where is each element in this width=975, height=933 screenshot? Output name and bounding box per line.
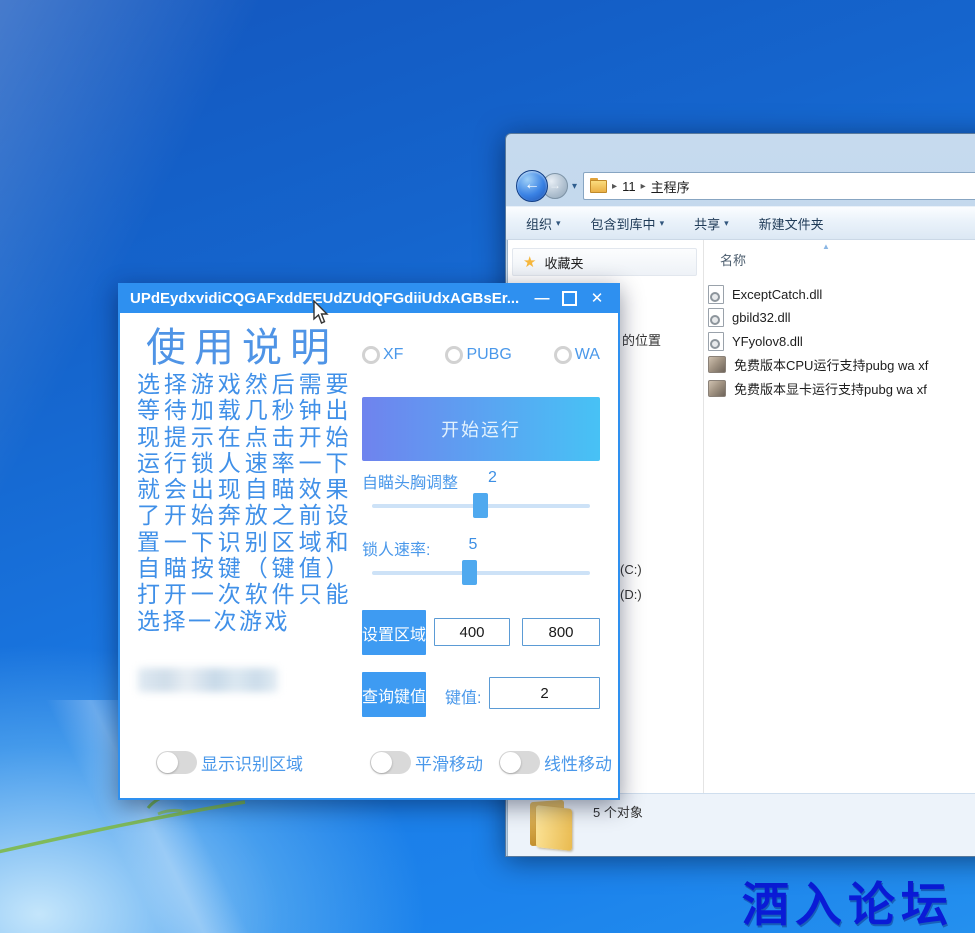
file-name: ExceptCatch.dll [732,287,822,302]
toolbar-organize-label: 组织 [526,214,552,233]
radio-xf-label: XF [383,346,403,364]
file-row[interactable]: 免费版本CPU运行支持pubg wa xf [708,353,928,375]
folder-icon [530,799,574,849]
toolbar-share[interactable]: 共享 ▾ [694,214,729,233]
desktop: 酒入论坛 ← → ▾ ▸ 11 ▸ 主程序 组织 ▾ 包含到库中 ▾ [0,0,975,933]
app-titlebar[interactable]: UPdEydxvidiCQGAFxddEEUdZUdQFGdiiUdxAGBsE… [118,283,620,313]
aim-adjust-label: 自瞄头胸调整 [362,469,458,493]
instructions-text: 选择游戏然后需要等待加载几秒钟出现提示在点击开始运行锁人速率一下就会出现自瞄效果… [137,371,351,634]
breadcrumb-item-main[interactable]: 主程序 [651,177,690,196]
aim-adjust-slider[interactable] [372,504,590,508]
sort-ascending-icon[interactable]: ▲ [822,242,830,251]
lock-speed-value: 5 [468,536,477,560]
linear-move-label: 线性移动 [544,750,612,775]
sidebar-item-drive-d[interactable]: (D:) [620,587,642,602]
explorer-navbar: ← → ▾ ▸ 11 ▸ 主程序 [506,166,975,206]
app-title: UPdEydxvidiCQGAFxddEEUdZUdQFGdiiUdxAGBsE… [130,290,529,307]
file-name: gbild32.dll [732,310,791,325]
close-button[interactable]: ✕ [584,289,610,307]
lock-speed-label: 锁人速率: [362,536,430,560]
start-run-button[interactable]: 开始运行 [362,397,600,461]
dll-file-icon [708,308,724,327]
dropdown-arrow-icon: ▾ [660,218,665,229]
radio-xf[interactable]: XF [362,346,403,364]
speed-slider-thumb[interactable] [462,560,477,585]
maximize-button[interactable] [562,291,577,306]
minimize-button[interactable]: — [529,290,555,307]
query-key-button[interactable]: 查询键值 [362,672,426,717]
linear-move-toggle-row: 线性移动 [499,750,612,775]
column-header-name[interactable]: 名称 [720,250,746,269]
radio-circle-icon[interactable] [554,346,572,364]
toolbar-organize[interactable]: 组织 ▾ [526,214,561,233]
favorites-label: 收藏夹 [544,253,583,272]
file-list: 名称 ▲ ExceptCatch.dll gbild32.dll YFyolov… [704,240,975,794]
toolbar-new-folder[interactable]: 新建文件夹 [759,214,824,233]
lock-speed-slider[interactable] [372,571,590,575]
toolbar-share-label: 共享 [694,214,720,233]
smooth-move-toggle[interactable] [370,751,411,774]
breadcrumb-arrow-icon: ▸ [641,181,646,192]
game-radio-group: XF PUBG WA [362,346,600,364]
file-name: YFyolov8.dll [732,334,803,349]
aim-adjust-value: 2 [488,469,497,493]
history-dropdown-icon[interactable]: ▾ [572,181,577,192]
show-region-label: 显示识别区域 [201,750,303,775]
file-row[interactable]: gbild32.dll [708,306,791,328]
key-value-input[interactable] [489,677,600,709]
forum-watermark: 酒入论坛 [742,866,954,933]
app-window: UPdEydxvidiCQGAFxddEEUdZUdQFGdiiUdxAGBsE… [118,283,620,800]
toolbar-include-in-library[interactable]: 包含到库中 ▾ [591,214,665,233]
usage-heading: 使用说明 [146,315,338,373]
explorer-toolbar: 组织 ▾ 包含到库中 ▾ 共享 ▾ 新建文件夹 [506,206,975,240]
smooth-move-toggle-row: 平滑移动 [370,750,483,775]
star-icon: ★ [523,253,536,271]
file-name: 免费版本CPU运行支持pubg wa xf [734,355,928,374]
radio-wa[interactable]: WA [554,346,600,364]
object-count: 5 个对象 [593,802,643,821]
dll-file-icon [708,285,724,304]
app-body: 使用说明 选择游戏然后需要等待加载几秒钟出现提示在点击开始运行锁人速率一下就会出… [118,313,620,800]
aim-slider-thumb[interactable] [473,493,488,518]
details-pane: 5 个对象 [508,793,975,856]
region-width-input[interactable] [434,618,510,646]
linear-move-toggle[interactable] [499,751,540,774]
aim-adjust-row: 自瞄头胸调整 2 [362,469,497,493]
sidebar-item-favorites[interactable]: ★ 收藏夹 [512,248,697,276]
address-bar[interactable]: ▸ 11 ▸ 主程序 [583,172,975,200]
application-file-icon [708,356,726,373]
radio-pubg[interactable]: PUBG [445,346,511,364]
radio-circle-icon[interactable] [362,346,380,364]
breadcrumb-item-11[interactable]: 11 [622,179,636,194]
radio-circle-icon[interactable] [445,346,463,364]
set-region-button[interactable]: 设置区域 [362,610,426,655]
application-file-icon [708,380,726,397]
show-region-toggle[interactable] [156,751,197,774]
breadcrumb-arrow-icon: ▸ [612,181,617,192]
lock-speed-row: 锁人速率: 5 [362,536,477,560]
radio-wa-label: WA [575,346,600,364]
sidebar-item-partial[interactable]: 的位置 [622,330,661,349]
explorer-titlebar[interactable] [506,134,975,166]
file-row[interactable]: 免费版本显卡运行支持pubg wa xf [708,377,927,399]
file-row[interactable]: YFyolov8.dll [708,330,803,352]
toolbar-new-folder-label: 新建文件夹 [759,214,824,233]
folder-icon [590,180,607,193]
smooth-move-label: 平滑移动 [415,750,483,775]
toolbar-include-label: 包含到库中 [591,214,656,233]
region-height-input[interactable] [522,618,600,646]
dll-file-icon [708,332,724,351]
dropdown-arrow-icon: ▾ [556,218,561,229]
back-button[interactable]: ← [516,170,548,202]
show-region-toggle-row: 显示识别区域 [156,750,303,775]
sidebar-item-drive-c[interactable]: (C:) [620,562,642,577]
key-value-label: 键值: [445,684,481,708]
radio-pubg-label: PUBG [466,346,511,364]
censored-text-block [138,668,278,692]
file-row[interactable]: ExceptCatch.dll [708,283,822,305]
dropdown-arrow-icon: ▾ [724,218,729,229]
file-name: 免费版本显卡运行支持pubg wa xf [734,379,927,398]
